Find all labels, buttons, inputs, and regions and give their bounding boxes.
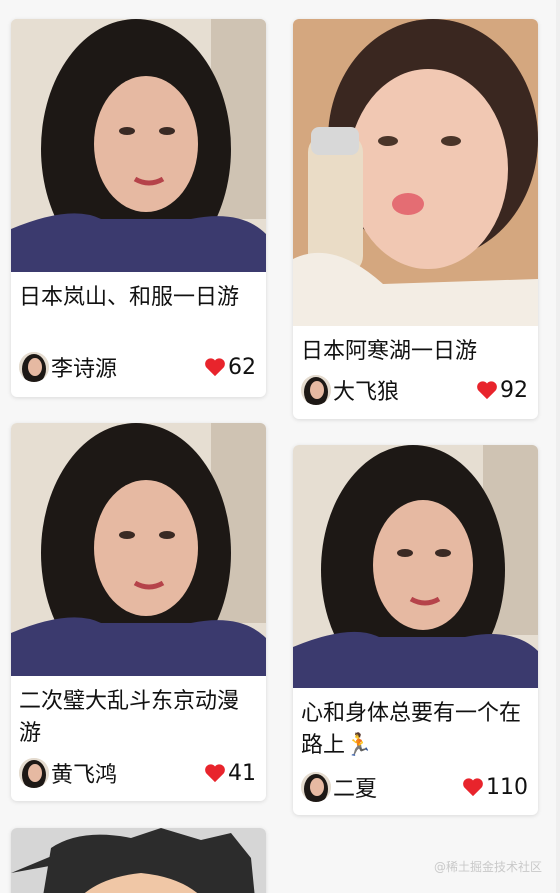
card-meta: 李诗源 62 [19, 351, 256, 383]
like-count: 62 [228, 354, 256, 380]
card-photo [11, 828, 266, 893]
author-name[interactable]: 李诗源 [51, 351, 204, 383]
avatar[interactable] [19, 758, 49, 788]
heart-icon [204, 357, 226, 377]
like-button[interactable]: 110 [462, 775, 528, 800]
feed-card[interactable]: 日本阿寒湖一日游 大飞狼 92 [293, 19, 538, 419]
like-count: 92 [500, 377, 528, 403]
like-count: 110 [486, 774, 528, 800]
card-title: 日本岚山、和服一日游 [19, 285, 240, 310]
card-title: 心和身体总要有一个在路上🏃 [301, 701, 522, 758]
feed-card[interactable]: 二次璧大乱斗东京动漫游 黄飞鸿 41 [11, 423, 266, 801]
card-title: 二次璧大乱斗东京动漫游 [19, 689, 240, 746]
heart-icon [476, 380, 498, 400]
watermark: @稀土掘金技术社区 [433, 860, 542, 874]
card-photo [11, 423, 266, 676]
like-button[interactable]: 92 [476, 378, 528, 403]
heart-icon [462, 777, 484, 797]
feed-card[interactable] [11, 828, 266, 893]
card-photo [293, 19, 538, 326]
avatar[interactable] [301, 772, 331, 802]
author-name[interactable]: 大飞狼 [333, 374, 476, 406]
card-meta: 二夏 110 [301, 771, 528, 803]
like-button[interactable]: 62 [204, 355, 256, 380]
card-photo [293, 445, 538, 688]
feed-card[interactable]: 心和身体总要有一个在路上🏃 二夏 110 [293, 445, 538, 815]
card-photo [11, 19, 266, 272]
author-name[interactable]: 二夏 [333, 771, 462, 803]
avatar[interactable] [301, 375, 331, 405]
feed-card[interactable]: 日本岚山、和服一日游 李诗源 62 [11, 19, 266, 397]
like-button[interactable]: 41 [204, 761, 256, 786]
card-meta: 大飞狼 92 [301, 374, 528, 406]
scrollbar[interactable] [556, 0, 560, 893]
like-count: 41 [228, 760, 256, 786]
card-title: 日本阿寒湖一日游 [301, 339, 478, 364]
avatar[interactable] [19, 352, 49, 382]
waterfall-feed: 日本岚山、和服一日游 李诗源 62 日本阿寒湖一日游 大飞狼 92 二次璧大乱斗… [0, 0, 560, 893]
author-name[interactable]: 黄飞鸿 [51, 757, 204, 789]
card-meta: 黄飞鸿 41 [19, 757, 256, 789]
heart-icon [204, 763, 226, 783]
